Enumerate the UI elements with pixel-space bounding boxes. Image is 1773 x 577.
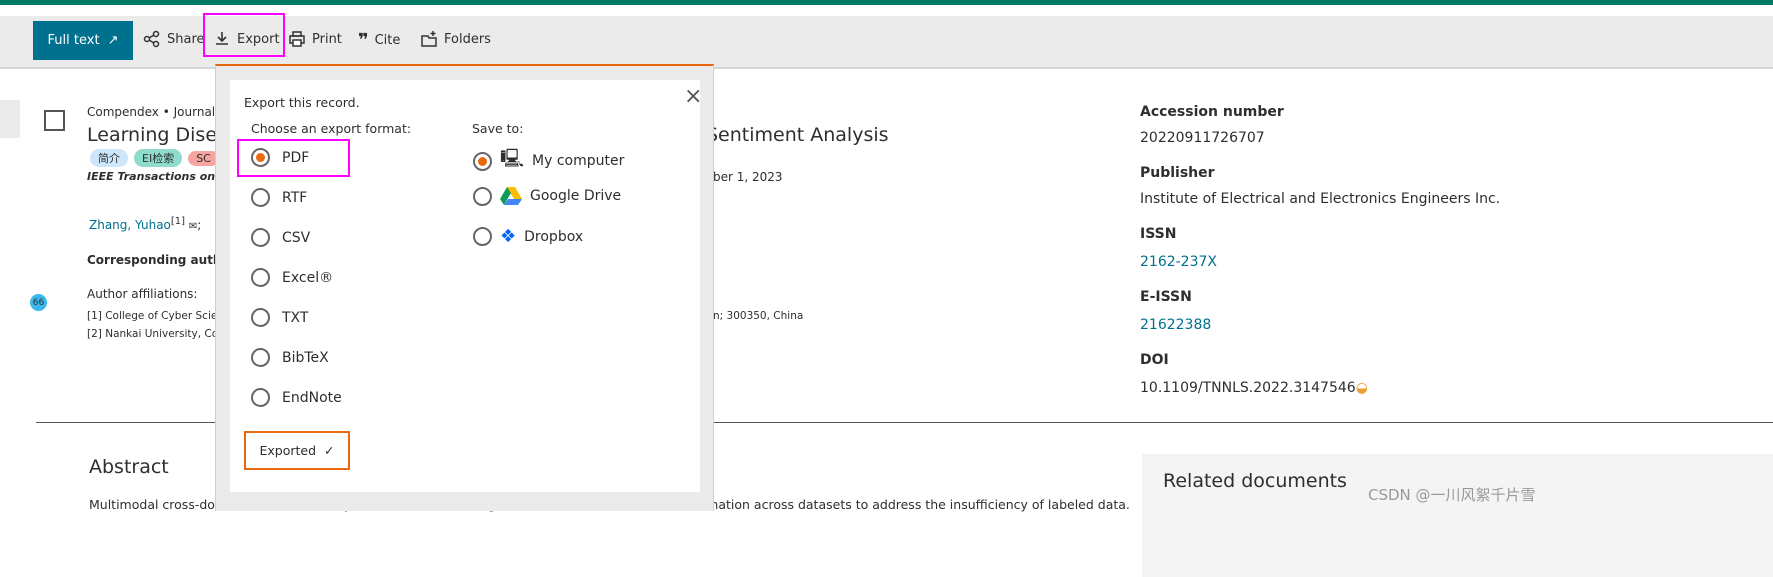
quote-icon: ❞ [358,30,369,51]
affiliation-1-end: n; 300350, China [713,310,804,322]
option-label: RTF [282,189,308,206]
dropbox-icon: ❖ [500,226,517,247]
affiliations-label: Author affiliations: [87,287,198,301]
radio-endnote[interactable] [251,388,270,407]
side-tab[interactable] [0,100,20,138]
share-label: Share [167,31,205,47]
radio-rtf[interactable] [251,188,270,207]
doc-type: Journal [173,105,216,119]
option-label: BibTeX [282,349,329,366]
separator: • [162,105,170,119]
option-label: CSV [282,229,311,246]
accession-label: Accession number [1140,104,1284,120]
format-option-pdf[interactable]: PDF [251,148,309,167]
dialog-title: Export this record. [244,95,360,110]
radio-csv[interactable] [251,228,270,247]
save-option-my-computer[interactable]: 🖳 My computer [473,146,624,176]
doi-label: DOI [1140,352,1169,368]
radio-google-drive[interactable] [473,186,492,206]
folder-add-icon [421,31,437,47]
tag-intro[interactable]: 简介 [90,149,128,167]
save-option-dropbox[interactable]: ❖ Dropbox [473,226,583,247]
radio-pdf[interactable] [251,148,270,167]
radio-my-computer[interactable] [473,151,492,171]
cite-label: Cite [374,33,401,48]
export-dialog: Export this record. × Choose an export f… [215,64,714,511]
format-option-rtf[interactable]: RTF [251,188,307,207]
publication-date: ber 1, 2023 [713,170,783,184]
radio-excel[interactable] [251,268,270,287]
author-link[interactable]: Zhang, Yuhao [89,218,171,232]
format-label: Choose an export format: [251,121,412,136]
external-arrow-icon: ↗ [107,33,119,48]
print-button[interactable]: Print [288,30,342,48]
accession-value: 20220911726707 [1140,130,1265,146]
radio-bibtex[interactable] [251,348,270,367]
doi-lookup-icon[interactable]: ◒ [1356,380,1368,396]
radio-dropbox[interactable] [473,227,492,246]
journal-name[interactable]: IEEE Transactions on Ne [87,170,236,183]
option-label: TXT [282,309,309,326]
option-label: EndNote [282,389,342,406]
exported-button[interactable]: Exported ✓ [244,431,350,470]
format-option-endnote[interactable]: EndNote [251,388,342,407]
share-button[interactable]: Share [143,30,205,48]
watermark: CSDN @一川风絮千片雪 [1368,486,1536,504]
highlight-box [203,13,285,57]
option-label: Excel® [282,269,334,286]
google-drive-icon [500,187,522,205]
related-documents-heading: Related documents [1163,470,1347,492]
top-brand-bar [0,0,1773,5]
doi-value: 10.1109/TNNLS.2022.3147546 [1140,380,1356,396]
format-option-bibtex[interactable]: BibTeX [251,348,329,367]
affiliation-1: [1] College of Cyber Scien [87,310,224,322]
close-icon[interactable]: × [684,84,702,109]
issn-link[interactable]: 2162-237X [1140,255,1500,269]
format-option-txt[interactable]: TXT [251,308,308,327]
full-text-label: Full text [47,33,100,48]
format-option-excel[interactable]: Excel® [251,268,333,287]
option-label: Dropbox [524,228,584,245]
issn-label: ISSN [1140,226,1177,242]
exported-label: Exported [259,443,317,458]
corresponding-author: Corresponding autho [87,253,230,267]
folders-label: Folders [444,31,491,47]
tag-ei[interactable]: EI检索 [134,149,183,167]
printer-icon [289,31,305,47]
export-dialog-body: Export this record. × Choose an export f… [230,80,702,492]
author-affiliation-ref: [1] [170,216,186,227]
database-label: Compendex [87,105,159,119]
author-separator: ; [197,218,202,232]
select-record-checkbox[interactable] [44,110,65,131]
checkmark-icon: ✓ [324,443,335,458]
publisher-label: Publisher [1140,165,1215,181]
folders-button[interactable]: Folders [420,30,491,48]
option-label: My computer [532,153,625,169]
option-label: Google Drive [530,188,622,204]
computer-icon: 🖳 [500,148,525,169]
cite-button[interactable]: ❞ Cite [358,30,400,51]
full-text-button[interactable]: Full text ↗ [33,21,133,60]
eissn-label: E-ISSN [1140,289,1192,305]
save-option-google-drive[interactable]: Google Drive [473,186,621,206]
share-icon [143,30,160,48]
affiliation-2: [2] Nankai University, Colle [87,328,231,340]
print-label: Print [312,31,342,47]
record-title-end: Sentiment Analysis [706,124,889,146]
radio-txt[interactable] [251,308,270,327]
format-option-csv[interactable]: CSV [251,228,310,247]
citation-count-badge[interactable]: 66 [30,294,47,311]
eissn-link[interactable]: 21622388 [1140,318,1500,332]
save-to-label: Save to: [472,121,524,136]
abstract-heading: Abstract [89,456,169,478]
option-label: PDF [282,149,310,166]
publisher-value: Institute of Electrical and Electronics … [1140,191,1501,207]
